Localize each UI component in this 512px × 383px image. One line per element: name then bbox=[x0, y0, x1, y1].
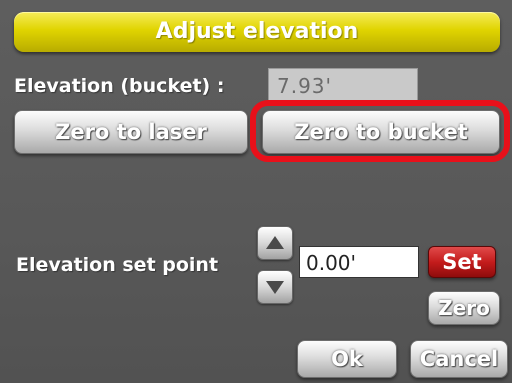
adjust-elevation-dialog: Adjust elevation Elevation (bucket) : 7.… bbox=[0, 0, 512, 383]
setpoint-input[interactable]: 0.00' bbox=[299, 246, 419, 278]
elevation-bucket-label: Elevation (bucket) : bbox=[14, 75, 225, 97]
highlight-outline bbox=[250, 100, 510, 162]
decrease-setpoint-button[interactable] bbox=[257, 270, 293, 304]
zero-button[interactable]: Zero bbox=[428, 291, 500, 325]
arrow-down-icon bbox=[266, 281, 284, 294]
elevation-bucket-value: 7.93' bbox=[268, 68, 418, 102]
cancel-button[interactable]: Cancel bbox=[410, 340, 508, 378]
dialog-title: Adjust elevation bbox=[14, 12, 500, 52]
arrow-up-icon bbox=[266, 236, 284, 249]
elevation-set-point-label: Elevation set point bbox=[16, 254, 219, 276]
increase-setpoint-button[interactable] bbox=[257, 226, 293, 260]
zero-to-laser-button[interactable]: Zero to laser bbox=[14, 110, 248, 154]
ok-button[interactable]: Ok bbox=[297, 340, 397, 378]
set-button[interactable]: Set bbox=[428, 246, 496, 278]
